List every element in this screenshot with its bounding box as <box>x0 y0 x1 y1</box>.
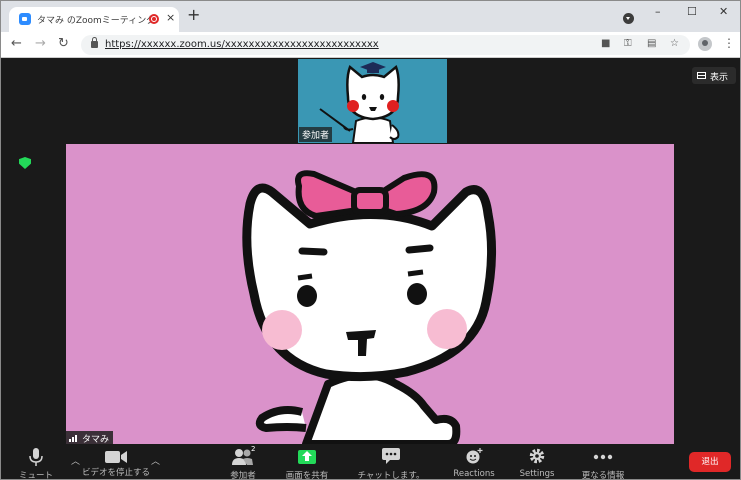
tab-strip: タマみ のZoomミーティング × + – ☐ ✕ <box>1 1 740 32</box>
participants-button[interactable]: 2 参加者 <box>223 444 263 480</box>
bookmark-star-icon[interactable]: ☆ <box>670 38 679 49</box>
zoom-favicon-icon <box>19 13 31 25</box>
view-button-label: 表示 <box>710 73 729 83</box>
tab-search-icon[interactable] <box>623 13 634 24</box>
more-dots-icon <box>593 454 613 460</box>
share-screen-label: 画面を共有 <box>285 471 329 480</box>
address-bar[interactable]: https://xxxxxx.zoom.us/xxxxxxxxxxxxxxxxx… <box>81 35 690 55</box>
leave-meeting-button[interactable]: 退出 <box>689 452 731 472</box>
close-window-button[interactable]: ✕ <box>719 5 728 18</box>
gear-icon <box>529 448 545 464</box>
video-camera-icon <box>105 451 127 463</box>
tab-title: タマみ のZoomミーティング <box>37 16 156 26</box>
url-text: https://xxxxxx.zoom.us/xxxxxxxxxxxxxxxxx… <box>105 39 379 50</box>
microphone-icon <box>29 448 43 466</box>
speaker-name-label: タマみ <box>66 431 114 444</box>
participants-label: 参加者 <box>230 471 256 480</box>
camera-icon[interactable]: ■ <box>601 38 610 49</box>
stop-video-button[interactable]: ビデオを停止する <box>81 444 151 479</box>
speaker-cat-image <box>242 170 497 444</box>
settings-button[interactable]: Settings <box>515 444 559 479</box>
reload-icon[interactable]: ↻ <box>58 36 69 52</box>
thumbnail-name-label: 参加者 <box>299 127 333 142</box>
stop-video-label: ビデオを停止する <box>81 468 150 478</box>
reactions-label: Reactions <box>453 469 495 479</box>
signal-strength-icon <box>69 434 79 442</box>
reactions-button[interactable]: Reactions <box>449 444 499 479</box>
settings-label: Settings <box>519 469 555 479</box>
translate-icon[interactable]: ▤ <box>647 38 656 49</box>
mute-button[interactable]: ミュート <box>11 444 61 480</box>
audio-options-chevron-icon[interactable]: ︿ <box>71 454 80 467</box>
participants-count: 2 <box>251 445 256 453</box>
browser-window: タマみ のZoomミーティング × + – ☐ ✕ ← → ↻ https://… <box>0 0 741 480</box>
mute-label: ミュート <box>18 471 53 480</box>
chat-bubble-icon <box>382 448 400 464</box>
chat-label: チャットします。 <box>357 471 425 480</box>
meeting-controls: ミュート ︿ ビデオを停止する ︿ 2 参加者 画面を共有 チャットします。 R… <box>1 444 740 480</box>
speaker-name: タマみ <box>82 435 110 444</box>
forward-icon[interactable]: → <box>35 36 46 52</box>
emoji-reaction-icon <box>466 448 483 464</box>
tab-close-icon[interactable]: × <box>166 11 175 24</box>
participant-thumbnail[interactable]: 参加者 <box>298 59 447 143</box>
profile-avatar[interactable] <box>698 37 712 51</box>
recording-icon <box>149 14 159 24</box>
more-label: 更なる情報 <box>581 471 625 480</box>
chat-button[interactable]: チャットします。 <box>351 444 431 480</box>
encryption-shield-icon[interactable] <box>19 157 31 169</box>
share-screen-icon <box>298 450 316 464</box>
more-button[interactable]: 更なる情報 <box>577 444 629 480</box>
minimize-button[interactable]: – <box>655 5 661 18</box>
main-video: タマみ <box>66 144 674 444</box>
browser-menu-icon[interactable]: ⋮ <box>723 37 735 49</box>
back-icon[interactable]: ← <box>11 36 22 52</box>
video-options-chevron-icon[interactable]: ︿ <box>151 454 160 467</box>
view-button[interactable]: 表示 <box>692 67 736 84</box>
maximize-button[interactable]: ☐ <box>687 5 697 18</box>
key-icon[interactable]: ⚿ <box>624 38 632 49</box>
browser-tab[interactable]: タマみ のZoomミーティング × <box>9 7 179 32</box>
gallery-view-icon <box>697 72 706 79</box>
browser-toolbar: ← → ↻ https://xxxxxx.zoom.us/xxxxxxxxxxx… <box>1 32 740 58</box>
lock-icon[interactable] <box>91 37 98 48</box>
new-tab-button[interactable]: + <box>187 7 200 23</box>
share-screen-button[interactable]: 画面を共有 <box>282 444 332 480</box>
meeting-area: 参加者 表示 タマみ <box>1 58 740 444</box>
